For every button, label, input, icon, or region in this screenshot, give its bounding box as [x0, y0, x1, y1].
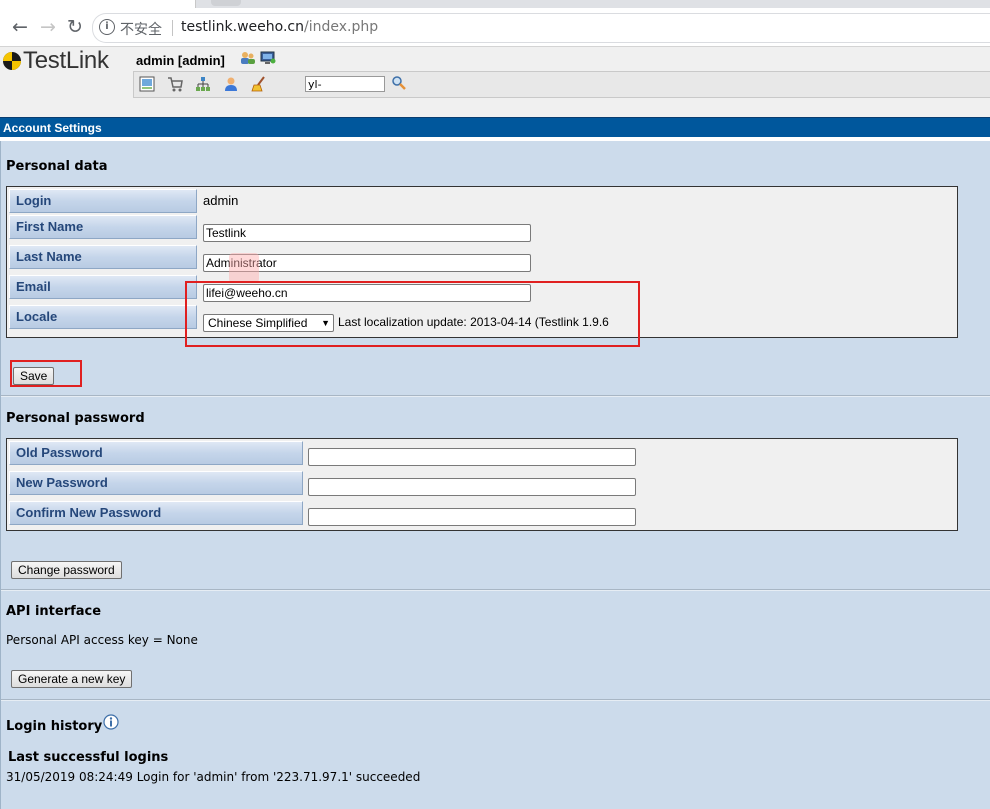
browser-toolbar: ← → ↻ i 不安全 testlink.weeho.cn/index.php	[0, 8, 990, 47]
monitor-icon[interactable]	[260, 51, 276, 65]
url-path: /index.php	[304, 19, 379, 35]
login-row: Login admin	[7, 187, 957, 213]
url-text[interactable]: testlink.weeho.cn/index.php	[181, 19, 378, 35]
new-password-row: New Password	[7, 469, 957, 496]
new-password-label: New Password	[9, 471, 303, 495]
new-password-field[interactable]	[308, 478, 636, 496]
help-info-icon[interactable]	[103, 714, 119, 730]
last-name-label: Last Name	[9, 245, 197, 269]
back-arrow-icon[interactable]: ←	[8, 15, 32, 39]
email-label: Email	[9, 275, 197, 299]
search-input[interactable]	[305, 76, 385, 92]
divider	[1, 395, 990, 397]
testlink-header: TestLink admin [admin]	[0, 47, 990, 115]
logo-icon	[3, 52, 21, 70]
user-label: admin [admin]	[136, 53, 225, 68]
last-name-row: Last Name	[7, 245, 957, 273]
reload-icon[interactable]: ↻	[63, 15, 87, 39]
api-key-text: Personal API access key = None	[6, 633, 198, 647]
address-separator	[172, 20, 173, 36]
security-label[interactable]: 不安全	[120, 19, 162, 39]
old-password-row: Old Password	[7, 439, 957, 466]
user-icon[interactable]	[223, 76, 239, 92]
api-heading: API interface	[6, 604, 102, 619]
password-table: Old Password New Password Confirm New Pa…	[6, 438, 958, 531]
divider	[1, 589, 990, 591]
workarea: Personal data Login admin First Name Las…	[0, 141, 990, 809]
last-logins-heading: Last successful logins	[8, 750, 169, 765]
first-name-row: First Name	[7, 215, 957, 243]
confirm-password-field[interactable]	[308, 508, 636, 526]
hierarchy-icon[interactable]	[195, 76, 211, 92]
divider	[1, 699, 990, 701]
change-password-button[interactable]: Change password	[11, 561, 122, 579]
generate-key-button[interactable]: Generate a new key	[11, 670, 133, 688]
search-icon[interactable]	[391, 75, 407, 91]
main-toolbar	[133, 71, 990, 98]
address-bar[interactable]: i 不安全 testlink.weeho.cn/index.php	[92, 13, 990, 43]
broom-icon[interactable]	[251, 76, 267, 92]
tab-strip	[0, 0, 990, 8]
users-icon[interactable]	[240, 51, 256, 65]
url-host: testlink.weeho.cn	[181, 19, 304, 35]
first-name-field[interactable]	[203, 224, 531, 242]
page-title: Account Settings	[0, 117, 990, 137]
highlight-box-save	[10, 360, 82, 387]
login-value: admin	[203, 193, 239, 208]
confirm-password-row: Confirm New Password	[7, 499, 957, 526]
highlight-mark	[229, 253, 259, 283]
info-icon[interactable]: i	[99, 19, 115, 35]
new-tab-button[interactable]	[211, 0, 241, 6]
active-tab[interactable]	[0, 0, 196, 8]
personal-password-heading: Personal password	[6, 411, 145, 426]
old-password-label: Old Password	[9, 441, 303, 465]
logo-text: TestLink	[23, 47, 109, 74]
confirm-password-label: Confirm New Password	[9, 501, 303, 525]
old-password-field[interactable]	[308, 448, 636, 466]
forward-arrow-icon[interactable]: →	[36, 15, 60, 39]
desktop-icon[interactable]	[139, 76, 155, 92]
highlight-box-email-locale	[185, 281, 640, 347]
personal-data-heading: Personal data	[6, 159, 108, 174]
first-name-label: First Name	[9, 215, 197, 239]
locale-label: Locale	[9, 305, 197, 329]
login-label: Login	[9, 189, 197, 213]
login-history-heading: Login history	[6, 719, 103, 734]
login-history-entry: 31/05/2019 08:24:49 Login for 'admin' fr…	[6, 770, 421, 784]
cart-icon[interactable]	[167, 76, 183, 92]
